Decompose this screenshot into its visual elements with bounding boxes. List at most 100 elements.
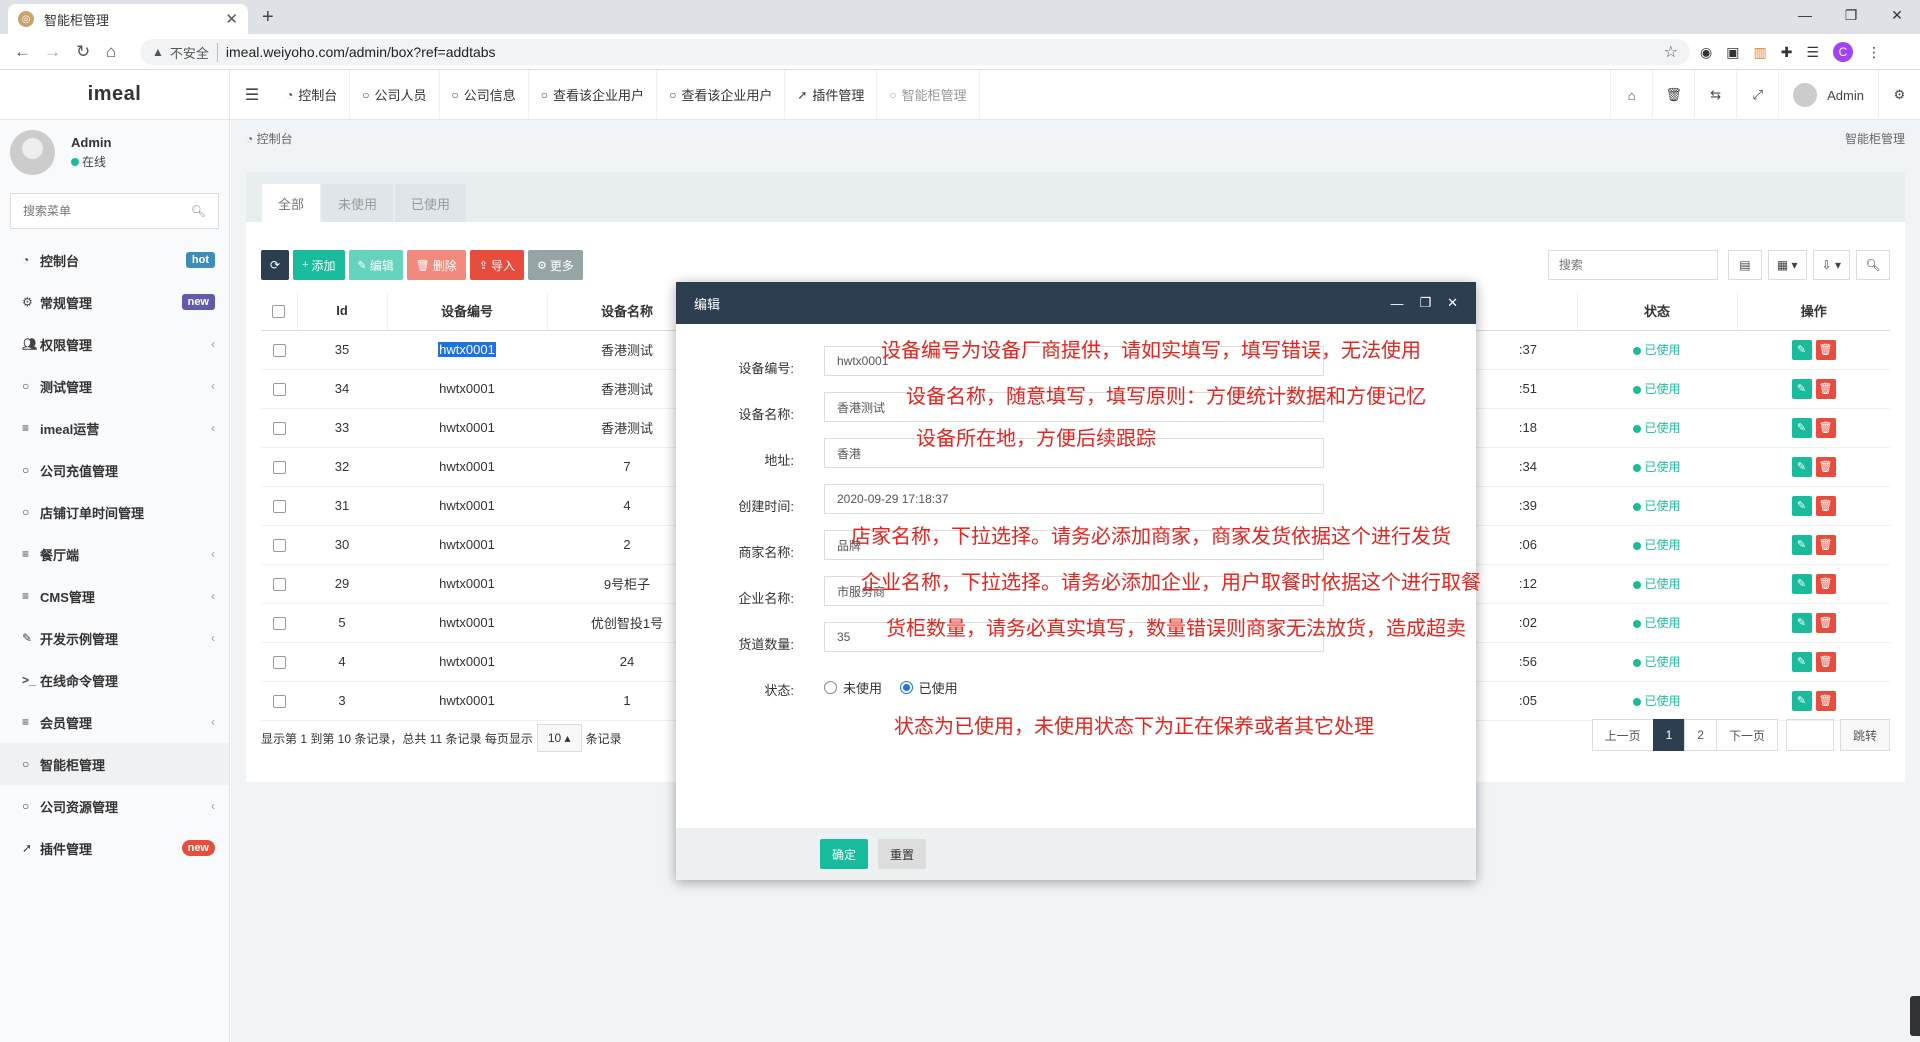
sidebar-item-general[interactable]: ⚙ 常规管理 new [0,281,229,323]
row-checkbox[interactable] [272,695,286,709]
columns-button[interactable]: ▦ ▾ [1767,250,1807,280]
confirm-button[interactable]: 确定 [820,839,869,869]
minimize-icon[interactable]: — [1390,296,1403,311]
nav-tab-company-staff[interactable]: ○ 公司人员 [350,70,440,119]
sidebar-item-plugins[interactable]: ➚ 插件管理 new [0,827,229,869]
sidebar-item-permissions[interactable]: 👥︎ 权限管理 ‹ [0,323,229,365]
home-icon[interactable]: ⌂ [106,42,116,62]
side-scroll-handle[interactable] [1910,996,1920,1036]
maximize-icon[interactable]: ❐ [1419,295,1431,311]
new-tab-icon[interactable]: + [262,6,274,29]
row-checkbox[interactable] [272,500,286,514]
sidebar-item-order-time[interactable]: ○ 店铺订单时间管理 [0,491,229,533]
fullscreen-icon[interactable]: ⤢ [1736,70,1778,120]
sidebar-item-cms[interactable]: ≡ CMS管理 ‹ [0,575,229,617]
row-edit-button[interactable]: ✎ [1791,690,1812,711]
edit-button[interactable]: ✎ 编辑 [348,250,403,280]
reset-button[interactable]: 重置 [878,839,927,869]
row-delete-button[interactable]: 🗑︎ [1815,456,1836,477]
puzzle-icon[interactable]: ✚ [1781,44,1793,61]
close-icon[interactable]: ✕ [1447,295,1458,311]
restore-icon[interactable]: ❐ [1828,0,1874,30]
row-delete-button[interactable]: 🗑︎ [1815,417,1836,438]
row-edit-button[interactable]: ✎ [1791,612,1812,633]
page-button-2[interactable]: 2 [1684,719,1717,751]
tab-all[interactable]: 全部 [262,184,321,222]
row-delete-button[interactable]: 🗑︎ [1815,573,1836,594]
omnibox[interactable]: ▲ 不安全 imeal.weiyoho.com/admin/box?ref=ad… [140,39,1690,65]
sidebar-item-test[interactable]: ○ 测试管理 ‹ [0,365,229,407]
search-icon[interactable]: 🔍︎ [191,204,206,218]
sidebar-item-imeal-ops[interactable]: ≡ imeal运营 ‹ [0,407,229,449]
breadcrumb-item[interactable]: ◔ 控制台 [246,130,293,147]
sidebar-item-smart-cabinet[interactable]: ○ 智能柜管理 [0,743,229,785]
sidebar-item-resources[interactable]: ○ 公司资源管理 ‹ [0,785,229,827]
column-header-code[interactable]: 设备编号 [387,292,548,331]
row-edit-button[interactable]: ✎ [1791,495,1812,516]
delete-button[interactable]: 🗑︎ 删除 [406,250,466,280]
refresh-button[interactable]: ⟳ [261,250,290,280]
next-page-button[interactable]: 下一页 [1715,719,1778,751]
user-menu[interactable]: Admin [1778,70,1878,120]
export-button[interactable]: ⇩ ▾ [1812,250,1850,280]
import-button[interactable]: ⇪ 导入 [469,250,524,280]
browser-tab[interactable]: ◎ 智能柜管理 ✕ [8,4,248,34]
nav-tab-enterprise-users-1[interactable]: ○ 查看该企业用户 [529,70,658,119]
row-checkbox[interactable] [272,578,286,592]
minimize-icon[interactable]: — [1782,0,1828,30]
extension-icon[interactable]: ◉ [1700,44,1712,61]
add-button[interactable]: + 添加 [293,250,345,280]
app-logo[interactable]: imeal [0,70,230,120]
row-delete-button[interactable]: 🗑︎ [1815,378,1836,399]
nav-tab-plugins[interactable]: ➚ 插件管理 [785,70,878,119]
sidebar-item-dashboard[interactable]: ◔ 控制台 hot [0,239,229,281]
nav-tab-enterprise-users-2[interactable]: ○ 查看该企业用户 [657,70,786,119]
row-edit-button[interactable]: ✎ [1791,534,1812,555]
more-button[interactable]: ⚙ 更多 [527,250,583,280]
column-header-id[interactable]: Id [297,292,388,331]
row-checkbox[interactable] [272,617,286,631]
gears-icon[interactable]: ⚙ [1878,70,1920,120]
row-edit-button[interactable]: ✎ [1791,378,1812,399]
kebab-menu-icon[interactable]: ⋮ [1867,44,1881,61]
radio-unused[interactable]: 未使用 [824,678,882,697]
trash-icon[interactable]: 🗑︎ [1652,70,1694,120]
nav-tab-company-info[interactable]: ○ 公司信息 [440,70,529,119]
select-all-checkbox[interactable] [272,305,286,319]
sidebar-item-members[interactable]: ≡ 会员管理 ‹ [0,701,229,743]
row-delete-button[interactable]: 🗑︎ [1815,651,1836,672]
sidebar-item-command[interactable]: >_ 在线命令管理 [0,659,229,701]
window-close-icon[interactable]: ✕ [1874,0,1920,30]
page-size-dropdown[interactable]: 10 ▴ [536,724,582,752]
column-header-status[interactable]: 状态 [1577,292,1738,331]
row-edit-button[interactable]: ✎ [1791,573,1812,594]
row-delete-button[interactable]: 🗑︎ [1815,690,1836,711]
row-delete-button[interactable]: 🗑︎ [1815,612,1836,633]
prev-page-button[interactable]: 上一页 [1591,719,1654,751]
row-checkbox[interactable] [272,461,286,475]
row-delete-button[interactable]: 🗑︎ [1815,339,1836,360]
extension-icon[interactable]: ▣ [1726,44,1739,61]
url-text[interactable]: imeal.weiyoho.com/admin/box?ref=addtabs [226,44,496,60]
nav-tab-dashboard[interactable]: ◔ 控制台 [274,70,351,119]
sidebar-item-recharge[interactable]: ○ 公司充值管理 [0,449,229,491]
sidebar-item-dev-examples[interactable]: ✎ 开发示例管理 ‹ [0,617,229,659]
forward-icon[interactable]: → [44,42,61,62]
reading-list-icon[interactable]: ☰ [1806,44,1819,61]
row-edit-button[interactable]: ✎ [1791,456,1812,477]
bookmark-star-icon[interactable]: ☆ [1664,42,1678,62]
row-delete-button[interactable]: 🗑︎ [1815,534,1836,555]
jump-button[interactable]: 跳转 [1839,719,1890,751]
row-checkbox[interactable] [272,422,286,436]
reload-icon[interactable]: ↻ [76,42,90,62]
home-icon[interactable]: ⌂ [1610,70,1652,120]
sidebar-item-restaurant[interactable]: ≡ 餐厅端 ‹ [0,533,229,575]
radio-used[interactable]: 已使用 [899,678,958,697]
translate-icon[interactable]: ⇆ [1694,70,1736,120]
row-checkbox[interactable] [272,344,286,358]
extension-icon[interactable]: ▥ [1753,44,1766,61]
nav-tab-smart-cabinet[interactable]: ○ 智能柜管理 [877,70,980,119]
row-edit-button[interactable]: ✎ [1791,417,1812,438]
profile-avatar[interactable]: C [1832,42,1853,62]
close-tab-icon[interactable]: ✕ [225,10,238,28]
